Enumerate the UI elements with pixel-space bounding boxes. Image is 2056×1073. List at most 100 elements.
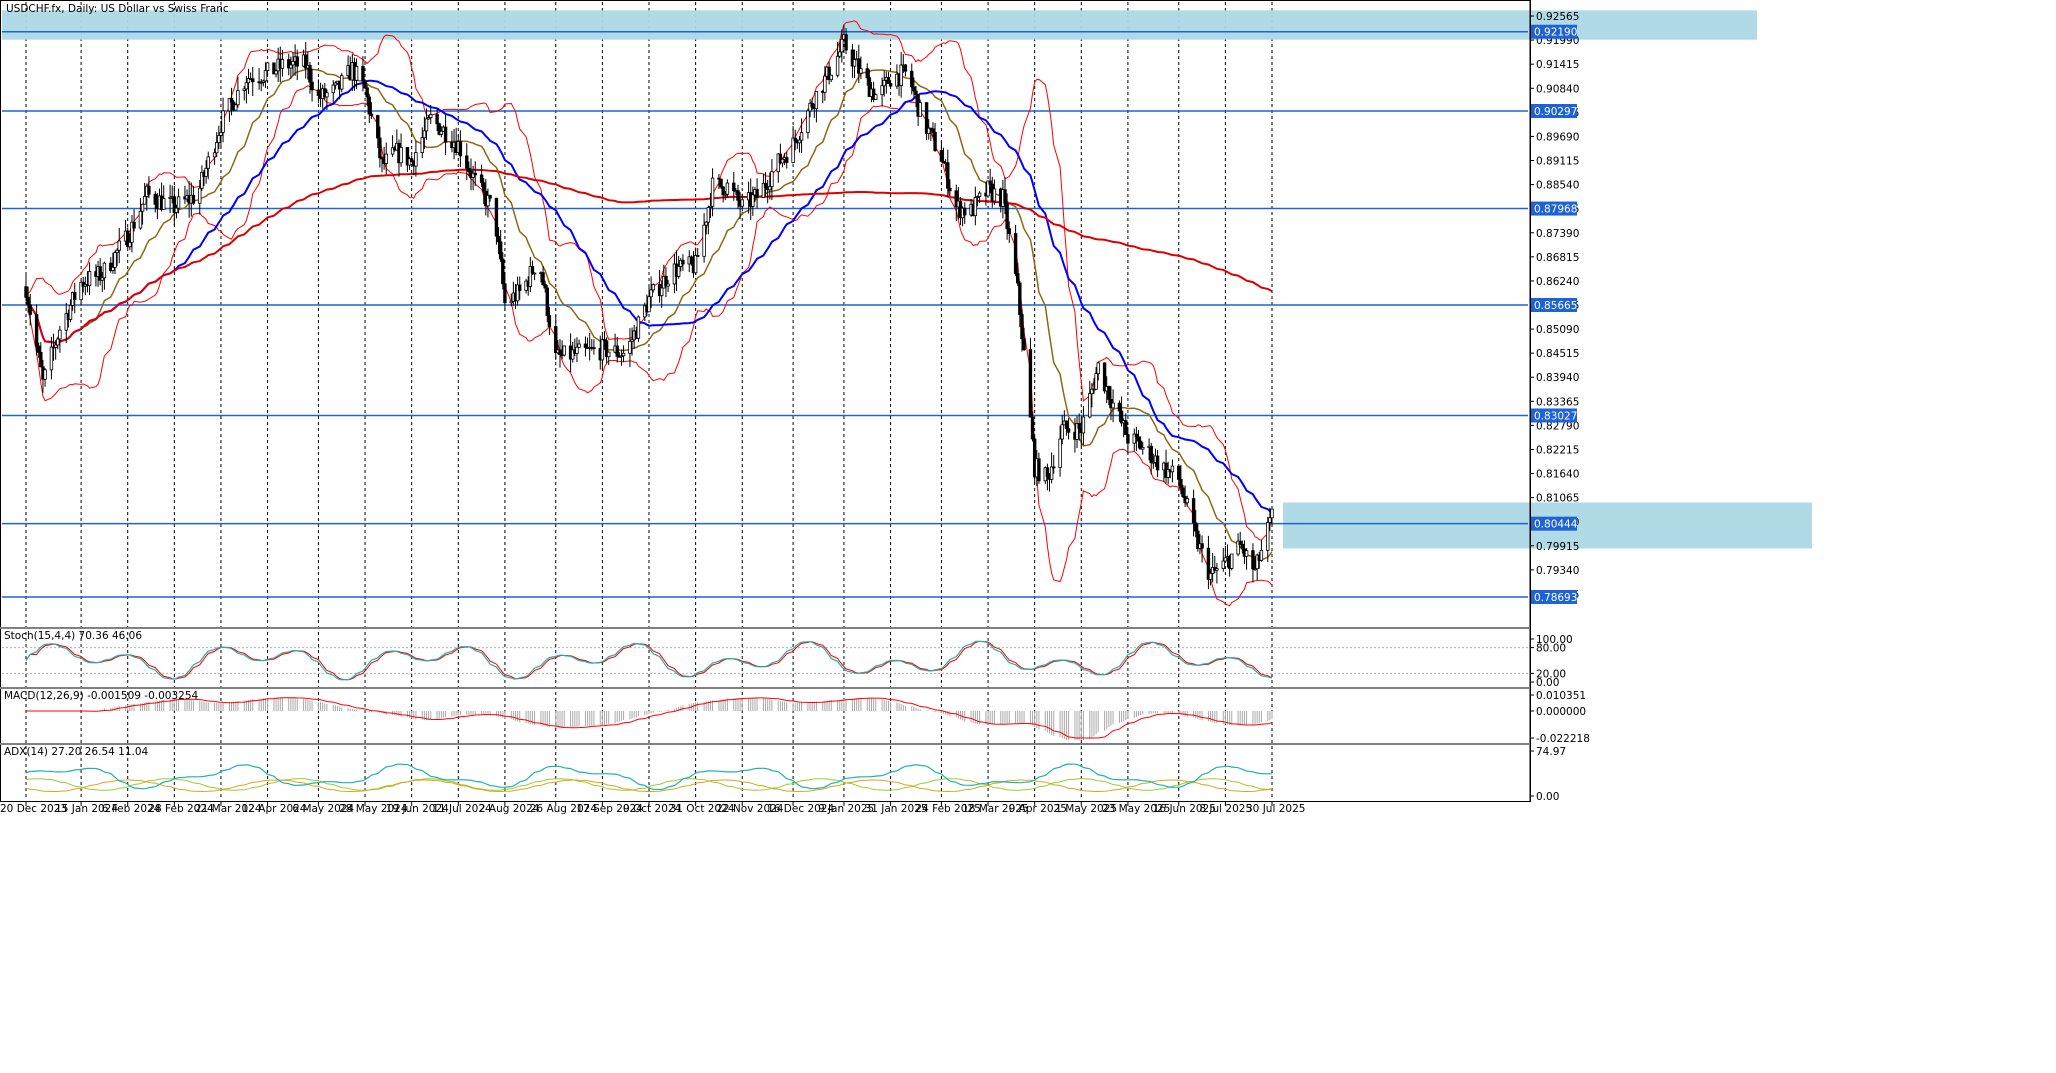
candle-body [174, 207, 179, 213]
candle-body [1223, 557, 1228, 562]
candle-body [874, 94, 878, 100]
candle-body [1088, 393, 1092, 418]
candle-body [1007, 228, 1011, 234]
price-tick-label: 0.83940 [1536, 372, 1579, 384]
level-tag-0.90297: 0.90297 [1531, 104, 1577, 119]
candle-body [1170, 465, 1175, 473]
candle-body [37, 345, 41, 353]
candle-body [1020, 314, 1024, 340]
candle-body [420, 137, 424, 153]
candle-body [219, 131, 223, 136]
chart-title: USDCHF.fx, Daily: US Dollar vs Swiss Fra… [6, 3, 229, 15]
price-tick-label: 0.79340 [1536, 565, 1579, 577]
price-tick-label: 0.81640 [1536, 469, 1579, 481]
candle-body [636, 316, 641, 339]
candle-body [1136, 436, 1141, 442]
candle-body [316, 89, 321, 96]
candle-body [102, 262, 107, 279]
candle-body [384, 153, 388, 164]
candle-body [532, 272, 537, 275]
candle-body [859, 68, 863, 74]
candle-body [399, 147, 403, 164]
price-tick-label: 0.86815 [1536, 252, 1579, 264]
candle-body [732, 182, 736, 192]
candle-body [206, 156, 210, 169]
candle-body [1096, 362, 1100, 375]
candle-body [176, 196, 181, 209]
candle-body [840, 38, 844, 53]
candle-body [1141, 447, 1145, 450]
adx-label: ADX(14) 27.20 26.54 11.04 [4, 746, 149, 758]
adx-axis-tick-label: 74.97 [1536, 746, 1566, 758]
candle-body [87, 271, 92, 287]
level-tag-0.92190: 0.92190 [1531, 24, 1577, 39]
candle-body [138, 210, 143, 229]
candle-body [465, 155, 469, 169]
candle-body [1003, 189, 1007, 204]
date-tick-label: 30 Jul 2025 [1246, 803, 1305, 815]
candle-body [331, 84, 335, 94]
candle-body [912, 86, 916, 92]
price-tick-label: 0.79915 [1536, 541, 1579, 553]
candle-body [1064, 420, 1069, 430]
candle-body [736, 190, 740, 201]
candle-body [1107, 386, 1111, 400]
candle-body [295, 56, 299, 67]
candle-body [28, 304, 32, 315]
candle-body [147, 185, 151, 195]
candle-body [797, 139, 802, 144]
candle-body [39, 351, 43, 368]
candle-body [1244, 550, 1249, 557]
level-tag-label: 0.87968 [1534, 204, 1577, 216]
pane-separator [0, 627, 1530, 629]
candle-body [770, 171, 774, 187]
zone-0 [2, 10, 1757, 40]
candle-body [740, 199, 744, 207]
candle-body [886, 76, 891, 84]
candle-body [583, 343, 588, 348]
candle-body [289, 64, 293, 69]
candle-body [888, 83, 893, 87]
candle-body [1018, 282, 1022, 315]
candle-body [1077, 423, 1081, 429]
level-tag-0.87968: 0.87968 [1531, 201, 1577, 216]
candle-body [693, 255, 698, 274]
candle-body [914, 90, 918, 96]
candle-body [946, 162, 950, 189]
candle-body [793, 137, 797, 142]
candle-body [948, 187, 952, 192]
candle-body [153, 193, 157, 205]
candle-body [649, 289, 653, 298]
candle-body [435, 114, 439, 125]
candle-body [880, 85, 884, 96]
candle [1230, 553, 1234, 571]
candle-body [1200, 543, 1204, 549]
candle-body [325, 92, 329, 98]
candle-body [458, 140, 463, 157]
candle-body [844, 34, 848, 51]
candle-body [503, 283, 507, 304]
candle-body [681, 259, 685, 265]
usdchf-chart[interactable]: USDCHF.fx, Daily: US Dollar vs Swiss Fra… [0, 0, 2056, 1073]
candle-body [1155, 455, 1160, 471]
candle-body [1030, 416, 1035, 440]
candle-body [725, 182, 730, 195]
candle-body [1215, 568, 1219, 571]
candle-body [1094, 373, 1098, 390]
candle-body [310, 81, 314, 91]
candle-body [198, 187, 202, 204]
candle-body [899, 64, 903, 87]
candle-body [1251, 550, 1255, 570]
candle-body [835, 55, 840, 76]
date-axis: 20 Dec 202315 Jan 20246 Feb 202428 Feb 2… [0, 802, 1305, 815]
candle-body [1022, 338, 1026, 350]
candle-body [215, 142, 219, 154]
candle-body [26, 296, 30, 306]
candle-body [429, 114, 433, 118]
candle-body [422, 130, 427, 139]
candle-body [1179, 479, 1183, 489]
candle-body [799, 132, 804, 141]
candle-body [1037, 458, 1041, 482]
candle-body [865, 68, 869, 79]
date-tick-label: 8 Jul 2025 [1199, 803, 1252, 815]
